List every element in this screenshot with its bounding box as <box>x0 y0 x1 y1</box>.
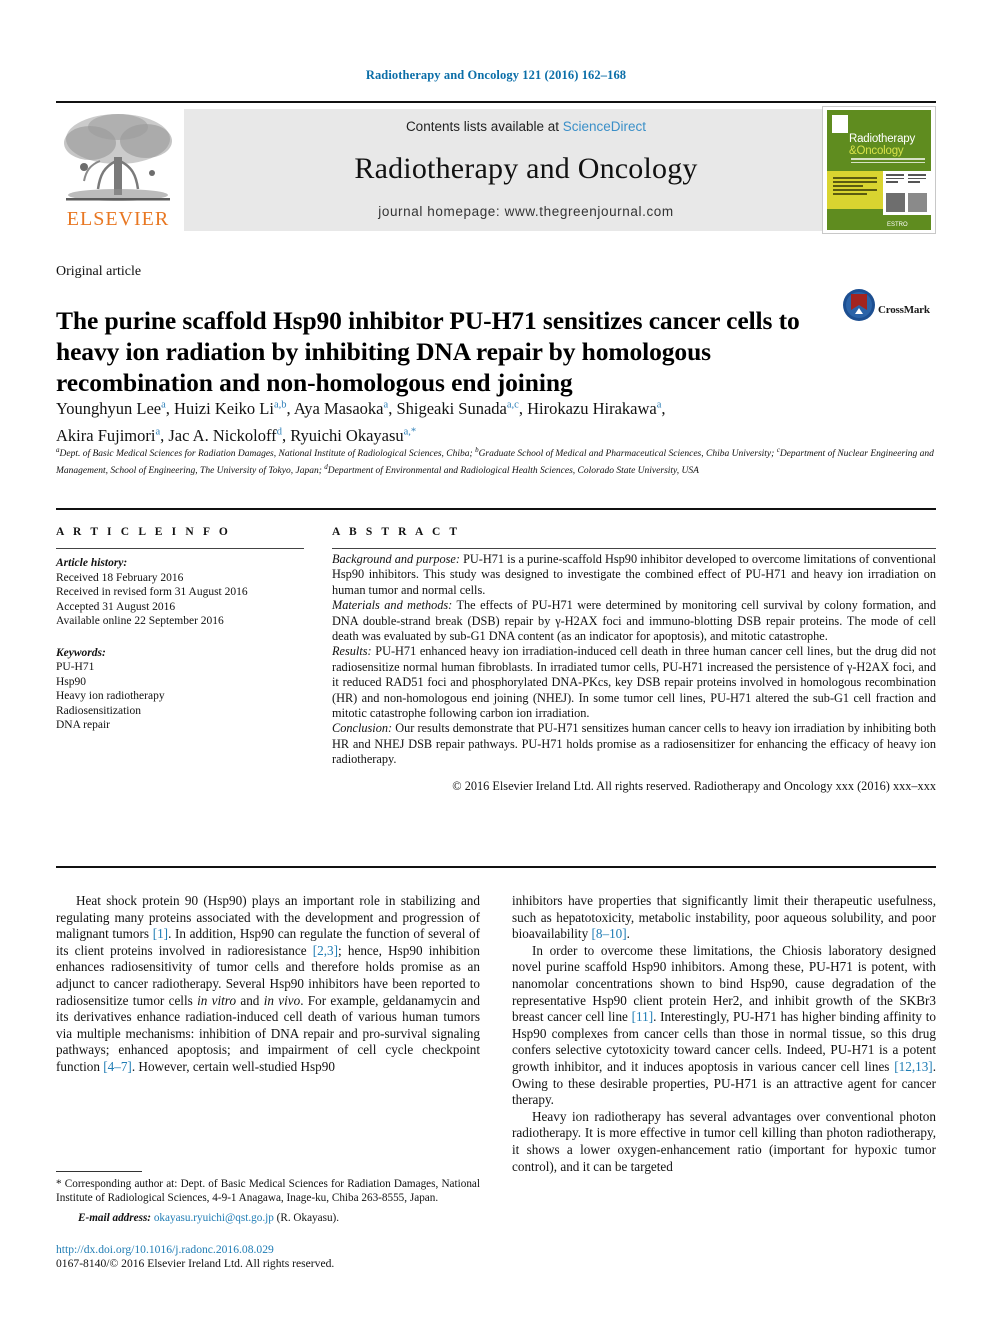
contents-band: Contents lists available at ScienceDirec… <box>184 109 868 231</box>
affiliation-a: Dept. of Basic Medical Sciences for Radi… <box>59 449 473 460</box>
abstract-results-label: Results: <box>332 644 372 659</box>
citation-ref[interactable]: [1] <box>153 926 168 941</box>
doi-link[interactable]: http://dx.doi.org/10.1016/j.radonc.2016.… <box>56 1243 516 1257</box>
corresponding-author-footnote: * Corresponding author at: Dept. of Basi… <box>56 1178 480 1226</box>
divider-info <box>56 548 304 549</box>
page-title: The purine scaffold Hsp90 inhibitor PU-H… <box>56 306 800 398</box>
article-type: Original article <box>56 264 142 279</box>
crossmark-icon <box>843 289 875 321</box>
history-item-revised: Received in revised form 31 August 2016 <box>56 586 248 598</box>
body-paragraph-heavyion: Heavy ion radiotherapy has several advan… <box>512 1108 936 1174</box>
divider-above-abstract <box>56 508 936 510</box>
footer-doi-block: http://dx.doi.org/10.1016/j.radonc.2016.… <box>56 1243 516 1271</box>
abstract-results-text: PU-H71 enhanced heavy ion irradiation-in… <box>332 644 936 721</box>
cover-yellow-panel <box>827 171 883 209</box>
elsevier-wordmark: ELSEVIER <box>66 208 170 230</box>
abstract-heading: A B S T R A C T <box>332 526 461 538</box>
elsevier-logo: ELSEVIER <box>56 105 180 231</box>
history-item-online: Available online 22 September 2016 <box>56 615 224 627</box>
body-paragraph-continued: inhibitors have properties that signific… <box>512 893 936 943</box>
affiliation-d: Department of Environmental and Radiolog… <box>327 465 699 476</box>
intro-text-d: and <box>236 992 264 1008</box>
divider-below-abstract <box>56 866 936 868</box>
journal-homepage[interactable]: journal homepage: www.thegreenjournal.co… <box>184 204 868 219</box>
keyword-item: PU-H71 <box>56 661 95 673</box>
citation-ref[interactable]: [8–10] <box>591 926 626 941</box>
intro-italic-invivo: in vivo <box>263 992 301 1008</box>
citation-ref[interactable]: [11] <box>632 1009 653 1024</box>
abstract-copyright: © 2016 Elsevier Ireland Ltd. All rights … <box>452 778 936 793</box>
history-item-received: Received 18 February 2016 <box>56 571 184 584</box>
affiliation-list: aDept. of Basic Medical Sciences for Rad… <box>56 446 934 476</box>
journal-cover-thumbnail: Radiotherapy &Oncology ESTRO <box>822 106 936 234</box>
email-suffix: (R. Okayasu). <box>273 1212 340 1225</box>
crossmark-badge[interactable]: CrossMark <box>842 288 942 340</box>
keywords-label: Keywords: <box>56 646 106 659</box>
crossmark-label: CrossMark <box>878 304 930 316</box>
author-list: Younghyun Leea, Huizi Keiko Lia,b, Aya M… <box>56 393 936 448</box>
email-label: E-mail address: <box>78 1212 152 1225</box>
body-column-right: inhibitors have properties that signific… <box>512 893 936 1175</box>
elsevier-tree-icon <box>64 114 172 201</box>
keyword-item: Heavy ion radiotherapy <box>56 690 165 702</box>
issn-copyright-line: 0167-8140/© 2016 Elsevier Ireland Ltd. A… <box>56 1257 335 1270</box>
keyword-item: DNA repair <box>56 719 110 731</box>
cover-society-mark: ESTRO <box>887 222 908 228</box>
footnote-text: * Corresponding author at: Dept. of Basi… <box>56 1178 480 1204</box>
contents-prefix: Contents lists available at <box>405 119 563 134</box>
keyword-item: Hsp90 <box>56 675 87 688</box>
cont-text-b: . <box>626 926 630 942</box>
cover-title-line2: &Oncology <box>849 145 904 157</box>
running-head: Radiotherapy and Oncology 121 (2016) 162… <box>365 68 627 82</box>
abstract-background-label: Background and purpose: <box>332 552 460 566</box>
sciencedirect-link[interactable]: ScienceDirect <box>563 119 646 134</box>
cover-subtitle-lines <box>851 158 925 167</box>
body-paragraph-chiosis: In order to overcome these limitations, … <box>512 943 936 1109</box>
abstract-methods: Materials and methods: The effects of PU… <box>332 598 936 644</box>
cover-title-line1: Radiotherapy <box>849 133 916 145</box>
abstract-background: Background and purpose: PU-H71 is a puri… <box>332 552 936 598</box>
keyword-item: Radiosensitization <box>56 704 141 717</box>
article-history-label: Article history: <box>56 557 128 569</box>
journal-masthead: ELSEVIER Contents lists available at Sci… <box>56 101 936 234</box>
citation-ref[interactable]: [4–7] <box>103 1059 132 1074</box>
body-column-left: Heat shock protein 90 (Hsp90) plays an i… <box>56 893 480 1076</box>
citation-ref[interactable]: [2,3] <box>313 943 338 958</box>
journal-article-page: Radiotherapy and Oncology 121 (2016) 162… <box>0 0 992 1323</box>
contents-available-line: Contents lists available at ScienceDirec… <box>184 119 868 134</box>
divider-abstract <box>332 548 936 549</box>
keywords-block: Keywords: PU-H71 Hsp90 Heavy ion radioth… <box>56 646 304 733</box>
abstract-conclusion-text: Our results demonstrate that PU-H71 sens… <box>332 721 936 767</box>
body-paragraph-intro: Heat shock protein 90 (Hsp90) plays an i… <box>56 893 480 1076</box>
intro-italic-invitro: in vitro <box>197 992 237 1008</box>
abstract-column: Background and purpose: PU-H71 is a puri… <box>332 552 936 794</box>
history-item-accepted: Accepted 31 August 2016 <box>56 600 176 613</box>
affiliation-b: Graduate School of Medical and Pharmaceu… <box>478 449 775 460</box>
cont-text-a: inhibitors have properties that signific… <box>512 893 936 942</box>
footnote-divider <box>56 1171 142 1172</box>
abstract-conclusion-label: Conclusion: <box>332 721 393 736</box>
citation-ref[interactable]: [12,13] <box>894 1059 932 1074</box>
footnote-email-line: E-mail address: okayasu.ryuichi@qst.go.j… <box>56 1212 480 1226</box>
article-info-heading: A R T I C L E I N F O <box>56 526 231 538</box>
journal-title: Radiotherapy and Oncology <box>354 152 698 185</box>
cover-publisher-mark <box>832 115 848 133</box>
article-info-column: Article history: Received 18 February 20… <box>56 556 304 733</box>
authors-line-2: Akira Fujimoria, Jac A. Nickoloffd, Ryui… <box>56 426 417 445</box>
abstract-methods-label: Materials and methods: <box>332 598 453 613</box>
email-link[interactable]: okayasu.ryuichi@qst.go.jp <box>154 1212 274 1224</box>
intro-text-f: . However, certain well-studied Hsp90 <box>131 1058 335 1074</box>
authors-line-1: Younghyun Leea, Huizi Keiko Lia,b, Aya M… <box>56 398 666 418</box>
abstract-conclusion: Conclusion: Our results demonstrate that… <box>332 721 936 767</box>
cover-figure-panel <box>883 171 931 215</box>
abstract-results: Results: PU-H71 enhanced heavy ion irrad… <box>332 644 936 721</box>
